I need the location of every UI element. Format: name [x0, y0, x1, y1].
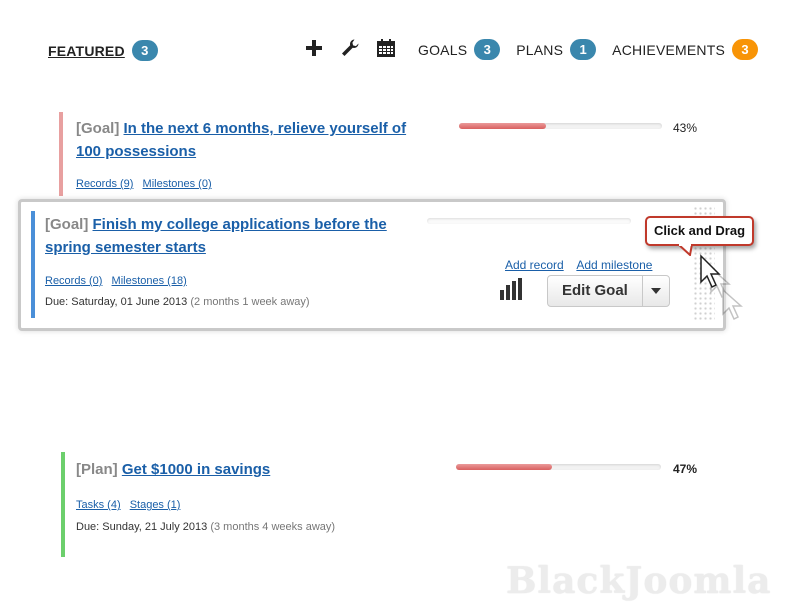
calendar-icon[interactable] [375, 37, 397, 59]
due-date-text: Due: Saturday, 01 June 2013 [45, 296, 188, 308]
featured-count-badge: 3 [131, 40, 158, 61]
move-cursor-icon [700, 254, 743, 321]
progress-fill [456, 464, 553, 470]
card-heading: [Goal] Finish my college applications be… [45, 213, 405, 259]
card-title-link[interactable]: Get $1000 in savings [122, 461, 270, 478]
card-color-bar [61, 452, 65, 557]
goals-count-badge: 3 [474, 39, 501, 60]
top-navigation: FEATURED 3 GOALS 3 PLANS 1 ACHIEVEMENTS … [0, 0, 800, 100]
nav-goals[interactable]: GOALS 3 [418, 39, 501, 60]
due-relative: (3 months 4 weeks away) [210, 521, 336, 533]
stages-link[interactable]: Stages (1) [130, 499, 181, 511]
nav-links: GOALS 3 PLANS 1 ACHIEVEMENTS 3 [418, 39, 774, 60]
featured-label[interactable]: FEATURED [48, 43, 125, 59]
achievements-count-badge: 3 [732, 39, 759, 60]
wrench-icon[interactable] [339, 37, 361, 59]
nav-achievements-label[interactable]: ACHIEVEMENTS [612, 42, 725, 58]
tooltip-tail [678, 244, 694, 256]
card-heading: [Plan] Get $1000 in savings [76, 458, 436, 481]
milestones-link[interactable]: Milestones (18) [112, 275, 187, 287]
card-title-link[interactable]: Finish my college applications before th… [45, 216, 387, 256]
watermark-logo: BlackJoomla [506, 560, 772, 602]
goal-card-dragging[interactable]: [Goal] Finish my college applications be… [18, 199, 726, 331]
goal-card: [Goal] In the next 6 months, relieve you… [59, 112, 739, 198]
card-sublinks: Records (0) Milestones (18) [45, 275, 193, 287]
progress-percent: 43% [673, 121, 698, 135]
milestones-link[interactable]: Milestones (0) [143, 178, 212, 190]
card-sublinks: Records (9) Milestones (0) [76, 178, 218, 190]
plus-icon[interactable] [303, 37, 325, 59]
nav-goals-label[interactable]: GOALS [418, 42, 467, 58]
card-type-label: [Goal] [45, 216, 89, 233]
progress-bar [459, 123, 662, 129]
nav-plans-label[interactable]: PLANS [516, 42, 563, 58]
due-date: Due: Saturday, 01 June 2013 (2 months 1 … [45, 296, 310, 308]
card-type-label: [Goal] [76, 120, 120, 137]
edit-goal-button[interactable]: Edit Goal [548, 276, 643, 306]
nav-plans[interactable]: PLANS 1 [516, 39, 597, 60]
records-link[interactable]: Records (0) [45, 275, 102, 287]
card-heading: [Goal] In the next 6 months, relieve you… [76, 117, 426, 163]
add-record-link[interactable]: Add record [505, 258, 564, 272]
progress-bar [456, 464, 661, 470]
card-type-label: [Plan] [76, 461, 118, 478]
tasks-link[interactable]: Tasks (4) [76, 499, 121, 511]
card-actions: Add record Add milestone [505, 258, 662, 272]
records-link[interactable]: Records (9) [76, 178, 133, 190]
card-sublinks: Tasks (4) Stages (1) [76, 499, 186, 511]
due-relative: (2 months 1 week away) [190, 296, 310, 308]
card-color-bar [31, 211, 35, 318]
card-title-link[interactable]: In the next 6 months, relieve yourself o… [76, 120, 406, 160]
progress-percent: 47% [673, 462, 698, 476]
edit-goal-button-group: Edit Goal [547, 275, 670, 307]
card-color-bar [59, 112, 63, 196]
drag-tooltip: Click and Drag [645, 216, 754, 246]
progress-bar [427, 218, 631, 224]
toolbar [303, 37, 411, 59]
bar-chart-icon[interactable] [500, 278, 524, 305]
due-date-text: Due: Sunday, 21 July 2013 [76, 521, 208, 533]
featured-tab[interactable]: FEATURED 3 [48, 40, 158, 61]
due-date: Due: Sunday, 21 July 2013 (3 months 4 we… [76, 521, 335, 533]
nav-achievements[interactable]: ACHIEVEMENTS 3 [612, 39, 759, 60]
progress-fill [459, 123, 547, 129]
add-milestone-link[interactable]: Add milestone [576, 258, 652, 272]
plan-card: [Plan] Get $1000 in savings Tasks (4) St… [61, 452, 741, 557]
plans-count-badge: 1 [570, 39, 597, 60]
chevron-down-icon[interactable] [643, 276, 669, 306]
